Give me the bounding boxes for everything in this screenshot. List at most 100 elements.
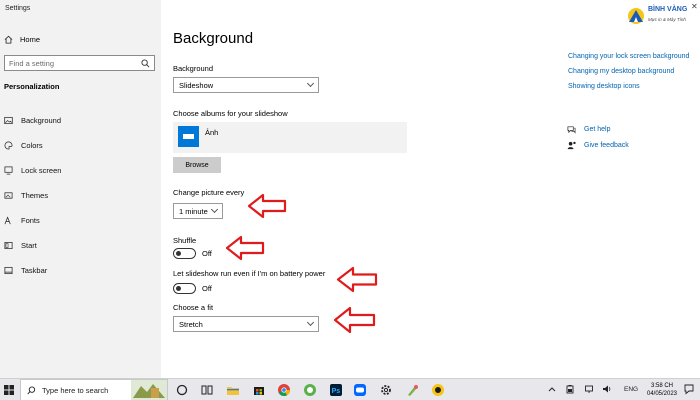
folder-icon <box>178 126 199 147</box>
main-content: Background Background Slideshow Choose a… <box>161 0 700 378</box>
sidebar-item-taskbar[interactable]: Taskbar <box>0 258 161 283</box>
start-icon <box>4 241 13 250</box>
chevron-down-icon <box>210 205 219 214</box>
get-help-link[interactable]: Get help <box>567 125 610 134</box>
album-tile[interactable]: Ảnh <box>173 122 407 153</box>
store-icon[interactable] <box>252 383 266 397</box>
sidebar-item-label: Background <box>21 116 62 125</box>
sidebar-nav: Background Colors Lock screen Themes Fon… <box>0 108 161 283</box>
fit-label: Choose a fit <box>173 303 214 312</box>
chat-help-icon <box>567 126 576 134</box>
sidebar-item-label: Colors <box>21 141 43 150</box>
binh-vang-logo: BÌNH VÀNG Mực in & Máy Tính <box>626 2 696 32</box>
logo-mark-icon <box>628 8 644 24</box>
change-picture-label: Change picture every <box>173 188 245 197</box>
taskbar-clock[interactable]: 3:58 CH 04/05/2023 <box>645 382 679 398</box>
search-highlight-image <box>131 380 167 400</box>
battery-icon[interactable] <box>566 384 576 394</box>
change-picture-dropdown[interactable]: 1 minute <box>173 203 223 219</box>
battery-label: Let slideshow run even if I'm on battery… <box>173 269 326 278</box>
albums-label: Choose albums for your slideshow <box>173 109 288 118</box>
cortana-icon[interactable] <box>175 383 189 397</box>
background-type-dropdown[interactable]: Slideshow <box>173 77 319 93</box>
section-label: Personalization <box>4 82 60 91</box>
themes-icon <box>4 192 13 199</box>
clock-time: 3:58 CH <box>650 383 673 389</box>
notifications-icon[interactable] <box>684 384 694 395</box>
get-help-label: Get help <box>584 126 611 133</box>
chevron-up-icon[interactable] <box>548 384 556 394</box>
picture-icon <box>4 116 13 125</box>
annotation-arrow <box>336 266 378 293</box>
shuffle-state: Off <box>202 249 212 258</box>
logo-tagline: Mực in & Máy Tính <box>648 17 686 22</box>
annotation-arrow <box>247 193 287 219</box>
sidebar-item-label: Lock screen <box>21 166 62 175</box>
file-explorer-icon[interactable] <box>226 383 240 397</box>
battery-state: Off <box>202 284 212 293</box>
svg-text:Ps: Ps <box>332 388 341 395</box>
browse-button[interactable]: Browse <box>173 157 221 173</box>
sidebar-item-colors[interactable]: Colors <box>0 133 161 158</box>
search-icon[interactable] <box>141 58 150 68</box>
sidebar-item-themes[interactable]: Themes <box>0 183 161 208</box>
shuffle-label: Shuffle <box>173 236 197 245</box>
lock-screen-icon <box>4 166 13 175</box>
give-feedback-label: Give feedback <box>584 142 629 149</box>
background-type-value: Slideshow <box>179 80 214 90</box>
settings-search-input[interactable] <box>9 58 141 68</box>
sidebar-item-start[interactable]: Start <box>0 233 161 258</box>
feedback-person-icon <box>567 141 576 150</box>
network-icon[interactable] <box>584 384 594 394</box>
change-picture-value: 1 minute <box>179 206 208 216</box>
task-view-icon[interactable] <box>200 383 214 397</box>
sidebar-item-fonts[interactable]: Fonts <box>0 208 161 233</box>
link-lock-screen-background[interactable]: Changing your lock screen background <box>568 52 696 61</box>
sidebar-item-label: Start <box>21 241 37 250</box>
settings-search-box[interactable] <box>4 55 155 71</box>
chrome-icon[interactable] <box>277 383 291 397</box>
paint-icon[interactable] <box>406 383 420 397</box>
home-icon <box>4 35 13 44</box>
link-desktop-icons[interactable]: Showing desktop icons <box>568 82 696 91</box>
clock-date: 04/05/2023 <box>646 391 678 397</box>
sidebar-item-label: Themes <box>21 191 49 200</box>
settings-gear-icon[interactable] <box>379 383 393 397</box>
shuffle-toggle-row: Off <box>173 248 212 259</box>
chevron-down-icon <box>306 79 315 88</box>
battery-toggle[interactable] <box>173 283 196 294</box>
home-nav-item[interactable]: Home <box>4 33 40 45</box>
zalo-icon[interactable] <box>353 383 367 397</box>
volume-icon[interactable] <box>602 384 612 394</box>
link-desktop-background[interactable]: Changing my desktop background <box>568 67 696 76</box>
app-yellow-icon[interactable] <box>431 383 445 397</box>
coccoc-browser-icon[interactable] <box>303 383 317 397</box>
page-title: Background <box>173 30 254 47</box>
fit-dropdown[interactable]: Stretch <box>173 316 319 332</box>
taskbar-icon <box>4 266 13 275</box>
related-settings: Changing your lock screen background Cha… <box>568 52 696 97</box>
annotation-arrow <box>225 235 265 261</box>
search-icon <box>27 385 36 394</box>
sidebar-item-lock-screen[interactable]: Lock screen <box>0 158 161 183</box>
taskbar-search-box[interactable]: Type here to search <box>20 379 168 400</box>
windows-taskbar: Type here to search Ps ENG 3:58 CH 04/05… <box>0 378 700 400</box>
logo-name: BÌNH VÀNG <box>648 6 688 13</box>
home-label: Home <box>20 34 41 44</box>
fit-value: Stretch <box>179 319 203 329</box>
give-feedback-link[interactable]: Give feedback <box>567 141 629 150</box>
sidebar-item-label: Taskbar <box>21 266 48 275</box>
taskbar-search-placeholder: Type here to search <box>42 385 109 395</box>
photoshop-icon[interactable]: Ps <box>329 383 343 397</box>
settings-sidebar: Settings Home Personalization Background… <box>0 0 161 378</box>
fonts-icon <box>4 216 11 225</box>
input-language[interactable]: ENG <box>624 386 638 393</box>
shuffle-toggle[interactable] <box>173 248 196 259</box>
windows-start-icon[interactable] <box>4 385 14 395</box>
close-icon[interactable]: ✕ <box>691 2 698 11</box>
sidebar-item-label: Fonts <box>21 216 40 225</box>
chevron-down-icon <box>306 318 315 327</box>
sidebar-item-background[interactable]: Background <box>0 108 161 133</box>
palette-icon <box>4 141 13 150</box>
album-name: Ảnh <box>205 128 219 137</box>
